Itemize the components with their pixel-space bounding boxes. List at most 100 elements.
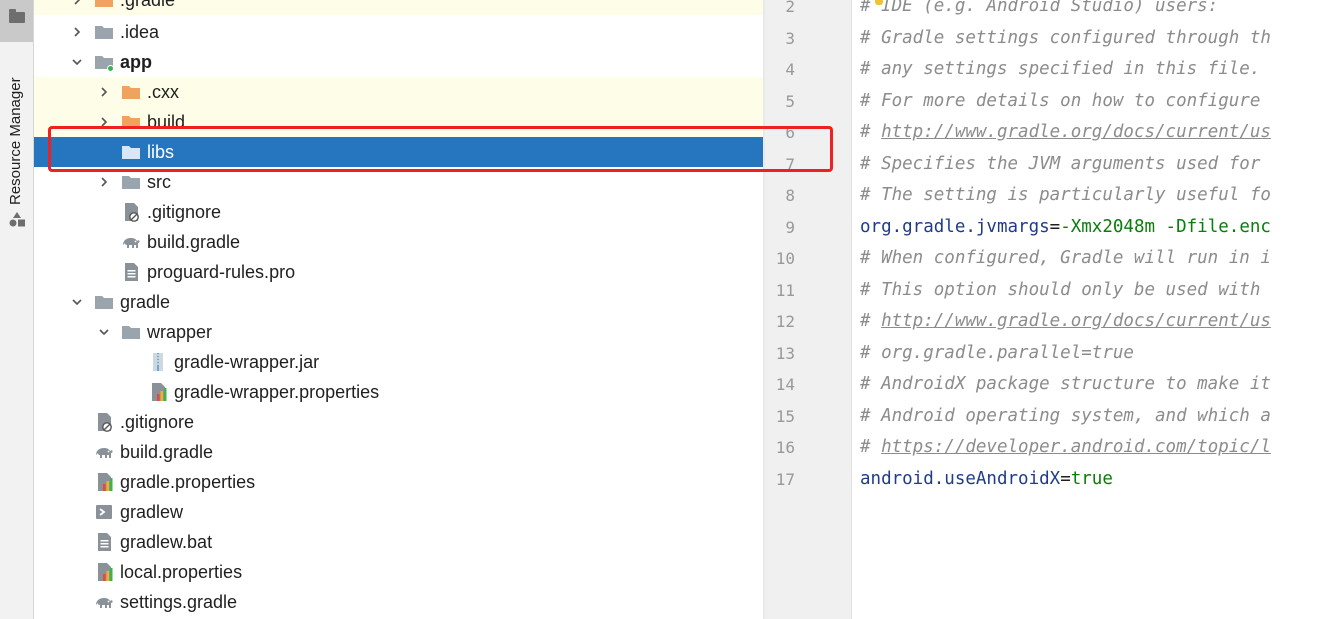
tree-row[interactable]: proguard-rules.pro: [34, 257, 763, 287]
code-token: # org.gradle.parallel=true: [860, 342, 1134, 363]
tree-row[interactable]: gradle-wrapper.properties: [34, 377, 763, 407]
chevron-right-icon[interactable]: [96, 84, 112, 100]
line-number-gutter: 2 3 4 5 6 7 8 9 10 11 12 13 14 15 16 17: [765, 0, 852, 619]
code-token: # Gradle settings configured through th: [860, 27, 1271, 48]
code-token: # For more details on how to configure: [860, 90, 1261, 111]
code-token: # This option should only be used with: [860, 279, 1261, 300]
tree-item-label: .gradle: [120, 0, 175, 11]
tree-row[interactable]: .gitignore: [34, 197, 763, 227]
resource-shapes-icon: [9, 212, 25, 227]
chevron-right-icon[interactable]: [69, 24, 85, 40]
line-number: 14: [775, 375, 795, 394]
tree-item-label: .gitignore: [147, 201, 222, 222]
gradle-elephant-icon: [121, 232, 141, 252]
line-number: 12: [775, 312, 795, 331]
tree-row[interactable]: local.properties: [34, 557, 763, 587]
text-file-icon: [94, 532, 114, 552]
tree-row[interactable]: .gitignore: [34, 407, 763, 437]
code-line[interactable]: # any settings specified in this file.: [860, 59, 1260, 79]
folder-orange-icon: [94, 0, 114, 10]
text-file-icon: [121, 262, 141, 282]
code-token: =: [1049, 216, 1061, 237]
code-token: #: [860, 311, 882, 331]
tree-row[interactable]: .cxx: [34, 77, 763, 107]
tree-item-label: app: [120, 51, 153, 72]
code-line[interactable]: # org.gradle.parallel=true: [860, 343, 1134, 363]
code-token: -Xmx2048m -Dfile.enc: [1060, 216, 1271, 237]
tree-row[interactable]: gradlew: [34, 497, 763, 527]
line-number: 16: [775, 438, 795, 457]
code-link[interactable]: http://www.gradle.org/docs/current/us: [881, 311, 1271, 331]
code-line[interactable]: # http://www.gradle.org/docs/current/us: [860, 122, 1271, 142]
tree-row[interactable]: .idea: [34, 17, 763, 47]
line-number: 4: [785, 60, 795, 79]
code-token: #: [860, 437, 882, 457]
tree-item-label: src: [147, 171, 171, 192]
code-line[interactable]: # https://developer.android.com/topic/l: [860, 437, 1271, 457]
code-line[interactable]: android.useAndroidX=true: [860, 469, 1113, 489]
tree-row[interactable]: .gradle: [34, 0, 763, 15]
code-line[interactable]: # Gradle settings configured through th: [860, 28, 1271, 48]
code-line[interactable]: # AndroidX package structure to make it: [860, 374, 1271, 394]
tree-item-label: .gitignore: [120, 411, 195, 432]
chevron-right-icon[interactable]: [96, 174, 112, 190]
code-token: android.useAndroidX: [860, 468, 1061, 489]
chevron-down-icon[interactable]: [96, 324, 112, 340]
code-line[interactable]: # This option should only be used with: [860, 280, 1260, 300]
chevron-right-icon[interactable]: [69, 0, 85, 8]
line-number: 11: [775, 280, 795, 300]
tree-row[interactable]: gradlew.bat: [34, 527, 763, 557]
code-line[interactable]: # The setting is particularly useful fo: [860, 185, 1271, 205]
code-token: =: [1060, 468, 1071, 489]
code-token: #: [860, 122, 882, 142]
annotation-highlight-box: [48, 126, 833, 172]
code-link[interactable]: https://developer.android.com/topic/l: [881, 437, 1271, 457]
tree-item-label: build.gradle: [120, 441, 214, 462]
code-line[interactable]: # When configured, Gradle will run in i: [860, 248, 1271, 268]
code-editor[interactable]: # IDE (e.g. Android Studio) users: # Grad…: [852, 0, 1327, 619]
folder-icon: [94, 22, 114, 42]
code-line[interactable]: # http://www.gradle.org/docs/current/us: [860, 311, 1271, 331]
tree-row[interactable]: build.gradle: [34, 437, 763, 467]
code-token: # When configured, Gradle will run in i: [860, 248, 1271, 268]
code-line[interactable]: org.gradle.jvmargs=-Xmx2048m -Dfile.enc: [860, 217, 1271, 237]
line-number: 17: [775, 469, 795, 489]
tree-item-label: gradle: [120, 291, 171, 312]
tree-row[interactable]: wrapper: [34, 317, 763, 347]
jar-file-icon: [148, 352, 168, 372]
tree-row[interactable]: gradle-wrapper.jar: [34, 347, 763, 377]
line-number: 2: [785, 0, 795, 16]
tree-item-label: .cxx: [147, 81, 180, 102]
code-line[interactable]: # For more details on how to configure: [860, 91, 1260, 111]
tree-row[interactable]: gradle: [34, 287, 763, 317]
gradle-elephant-icon: [94, 592, 114, 612]
gitignore-file-icon: [121, 202, 141, 222]
code-line[interactable]: # Android operating system, and which a: [860, 406, 1271, 426]
properties-file-icon: [94, 562, 114, 582]
code-line[interactable]: # IDE (e.g. Android Studio) users:: [860, 0, 1218, 16]
tree-item-label: gradle-wrapper.jar: [174, 351, 320, 372]
gradle-elephant-icon: [94, 442, 114, 462]
folder-icon: [94, 292, 114, 312]
intention-bulb-icon[interactable]: [875, 0, 883, 5]
project-tree[interactable]: .gradle .idea app .cxx build libs src .g…: [34, 0, 763, 619]
tree-item-label: gradle.properties: [120, 471, 256, 492]
line-number: 9: [785, 217, 795, 237]
tree-row[interactable]: gradle.properties: [34, 467, 763, 497]
tree-row[interactable]: app: [34, 47, 763, 77]
chevron-down-icon[interactable]: [69, 54, 85, 70]
code-line[interactable]: # Specifies the JVM arguments used for: [860, 154, 1260, 174]
chevron-down-icon[interactable]: [69, 294, 85, 310]
code-token: # any settings specified in this file.: [860, 59, 1261, 79]
resource-manager-tab[interactable]: Resource Manager: [3, 5, 29, 205]
tree-row[interactable]: build.gradle: [34, 227, 763, 257]
tree-item-label: wrapper: [147, 321, 213, 342]
code-link[interactable]: http://www.gradle.org/docs/current/us: [881, 122, 1271, 142]
line-number: 15: [775, 406, 795, 426]
line-number: 10: [775, 249, 795, 268]
code-token: # Specifies the JVM arguments used for: [860, 153, 1261, 174]
line-number: 5: [785, 91, 795, 111]
tree-row[interactable]: settings.gradle: [34, 587, 763, 617]
shell-script-icon: [94, 502, 114, 522]
code-token: # The setting is particularly useful fo: [860, 185, 1271, 205]
